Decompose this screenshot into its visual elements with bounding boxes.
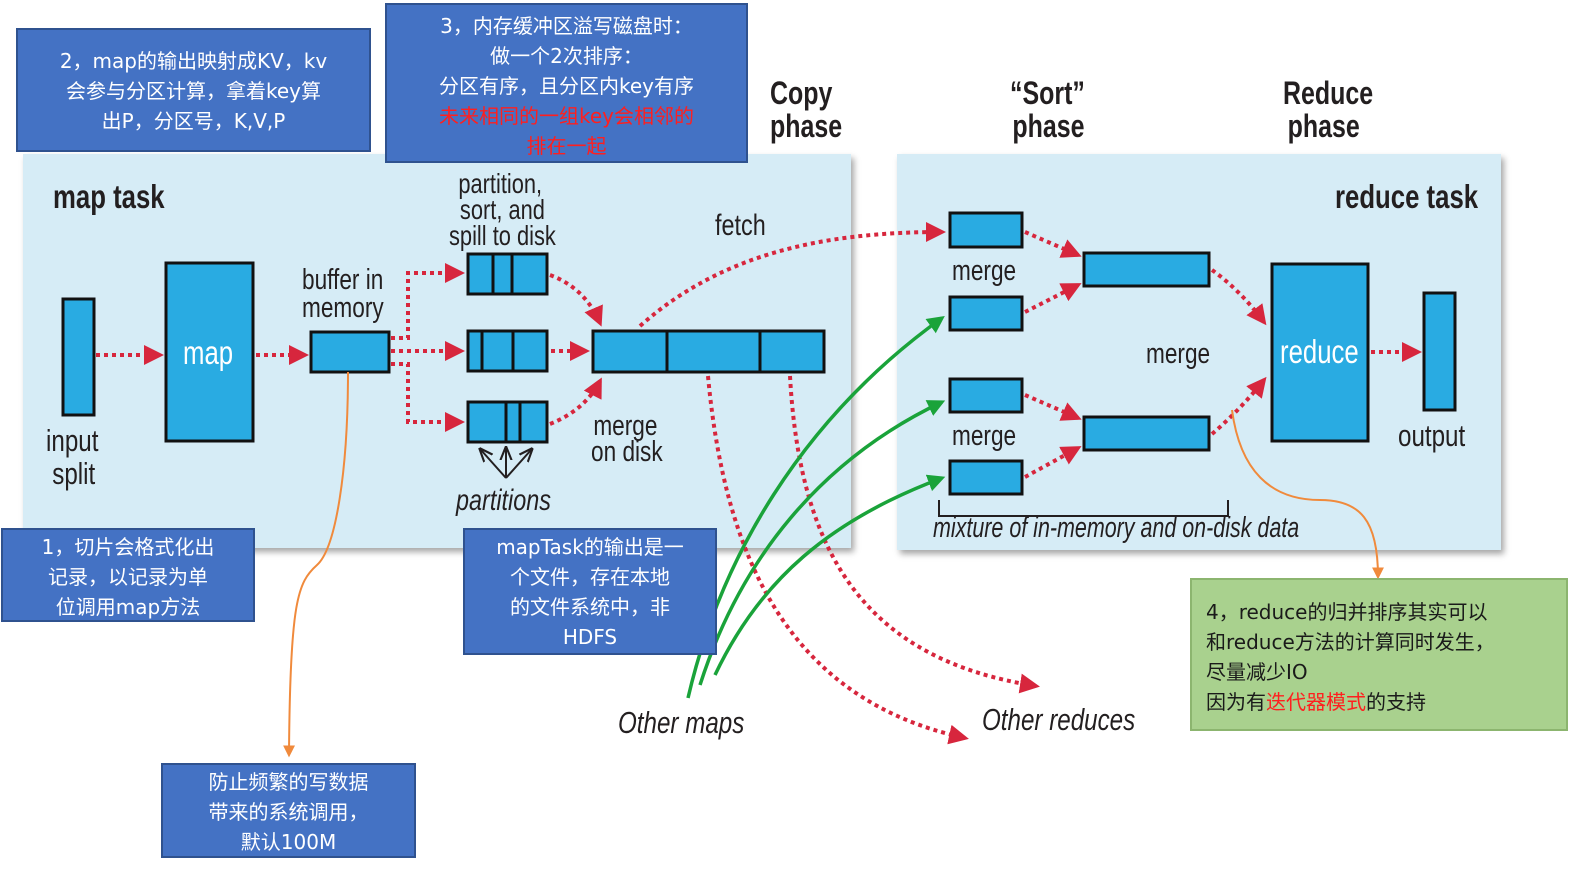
mixture-label: mixture of in-memory and on-disk data — [933, 512, 1300, 544]
reduce-label: reduce — [1280, 333, 1359, 370]
copied-segment-1 — [948, 211, 1024, 249]
note-map-output: 2，map的输出映射成KV，kv 会参与分区计算，拿着key算 出P，分区号，K… — [16, 28, 371, 152]
copy-phase-label: Copy phase — [770, 75, 843, 144]
input-split-box — [61, 297, 96, 417]
note-spill-sort: 3，内存缓冲区溢写磁盘时： 做一个2次排序： 分区有序，且分区内key有序 未来… — [385, 3, 748, 163]
spill-file-1 — [466, 252, 549, 296]
note-maptask-output: mapTask的输出是一 个文件，存在本地 的文件系统中，非 HDFS — [463, 528, 717, 655]
other-maps-label: Other maps — [618, 705, 745, 740]
copied-segment-4 — [948, 459, 1024, 496]
merged-segment-bottom — [1082, 415, 1211, 452]
input-split-label: input split — [46, 423, 99, 491]
sort-phase-label: “Sort” phase — [1010, 75, 1085, 144]
note-reduce-merge: 4，reduce的归并排序其实可以 和reduce方法的计算同时发生， 尽量减少… — [1190, 578, 1568, 731]
copied-segment-2 — [948, 295, 1024, 332]
map-label: map — [183, 334, 234, 371]
buffer-box — [309, 330, 391, 374]
partitions-label: partitions — [456, 484, 551, 517]
note-buffer: 防止频繁的写数据 带来的系统调用， 默认100M — [161, 763, 416, 858]
output-box — [1422, 291, 1457, 412]
partition-sort-spill-label: partition, sort, and spill to disk — [449, 168, 556, 251]
merged-output-file — [591, 329, 826, 374]
reduce-phase-label: Reduce phase — [1283, 75, 1374, 144]
merged-segment-top — [1082, 251, 1211, 288]
merge-on-disk-label: merge on disk — [591, 410, 663, 468]
map-task-title: map task — [53, 178, 165, 215]
buffer-label: buffer in memory — [302, 264, 384, 324]
fetch-label: fetch — [715, 209, 766, 242]
merge-bottom-label: merge — [952, 420, 1017, 452]
merge-top-label: merge — [952, 255, 1017, 287]
spill-file-2 — [466, 329, 549, 373]
note-input-split: 1，切片会格式化出 记录，以记录为单 位调用map方法 — [1, 528, 255, 622]
merge-center-label: merge — [1146, 338, 1211, 370]
copied-segment-3 — [948, 377, 1024, 414]
reduce-task-title: reduce task — [1335, 178, 1479, 215]
output-label: output — [1398, 418, 1466, 453]
other-reduces-label: Other reduces — [982, 702, 1136, 737]
